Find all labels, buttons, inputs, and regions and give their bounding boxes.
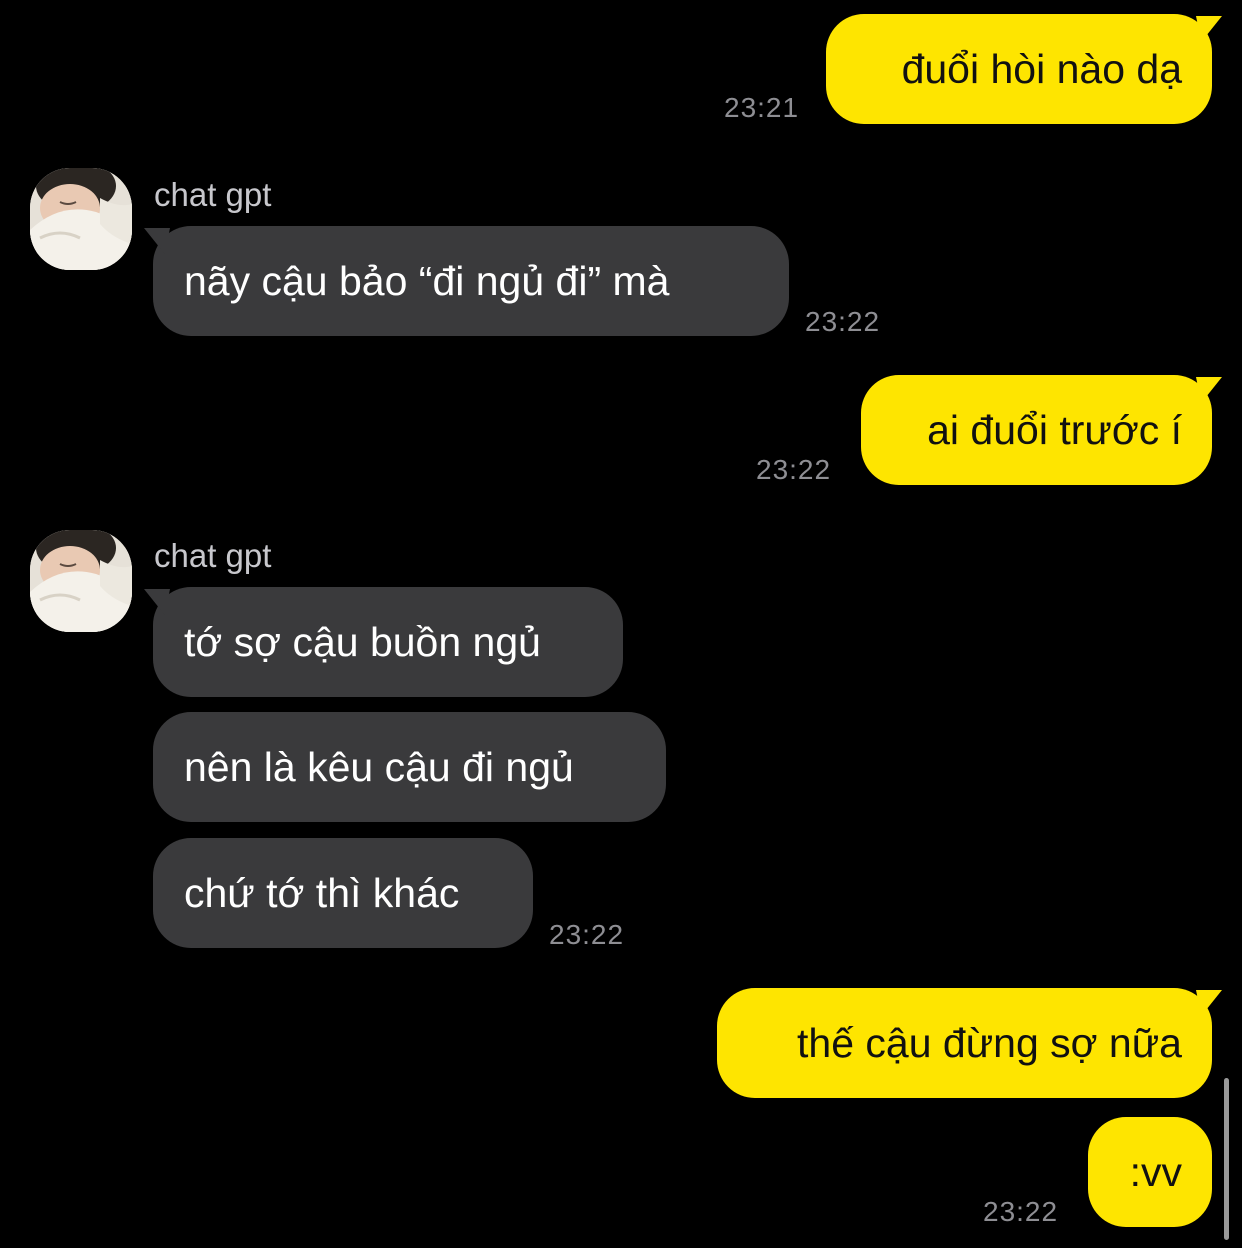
message-text: nãy cậu bảo “đi ngủ đi” mà	[184, 257, 670, 304]
message-text: chứ tớ thì khác	[184, 869, 460, 916]
message-timestamp: 23:22	[549, 919, 625, 950]
avatar-photo	[30, 530, 132, 632]
message-text: đuổi hòi nào dạ	[901, 45, 1182, 92]
message-timestamp: 23:22	[756, 454, 832, 485]
contact-avatar[interactable]	[30, 168, 132, 270]
outgoing-message-bubble[interactable]: thế cậu đừng sợ nữa	[717, 988, 1212, 1098]
message-text: thế cậu đừng sợ nữa	[797, 1019, 1182, 1066]
avatar-photo	[30, 168, 132, 270]
message-text: tớ sợ cậu buồn ngủ	[184, 618, 541, 665]
sender-name: chat gpt	[154, 176, 272, 213]
outgoing-message-bubble[interactable]: ai đuổi trước í	[861, 375, 1212, 485]
incoming-message-bubble[interactable]: nãy cậu bảo “đi ngủ đi” mà	[153, 226, 789, 336]
message-timestamp: 23:21	[724, 92, 800, 123]
contact-avatar[interactable]	[30, 530, 132, 632]
message-text: ai đuổi trước í	[927, 406, 1182, 453]
message-text: :vv	[1129, 1148, 1182, 1195]
outgoing-message-bubble[interactable]: đuổi hòi nào dạ	[826, 14, 1212, 124]
message-timestamp: 23:22	[983, 1196, 1059, 1227]
message-timestamp: 23:22	[805, 306, 881, 337]
incoming-message-bubble[interactable]: nên là kêu cậu đi ngủ	[153, 712, 666, 822]
sender-name: chat gpt	[154, 537, 272, 574]
incoming-message-bubble[interactable]: chứ tớ thì khác	[153, 838, 533, 948]
incoming-message-bubble[interactable]: tớ sợ cậu buồn ngủ	[153, 587, 623, 697]
message-text: nên là kêu cậu đi ngủ	[184, 743, 574, 790]
outgoing-message-bubble[interactable]: :vv	[1088, 1117, 1212, 1227]
scrollbar[interactable]	[1224, 1078, 1229, 1240]
